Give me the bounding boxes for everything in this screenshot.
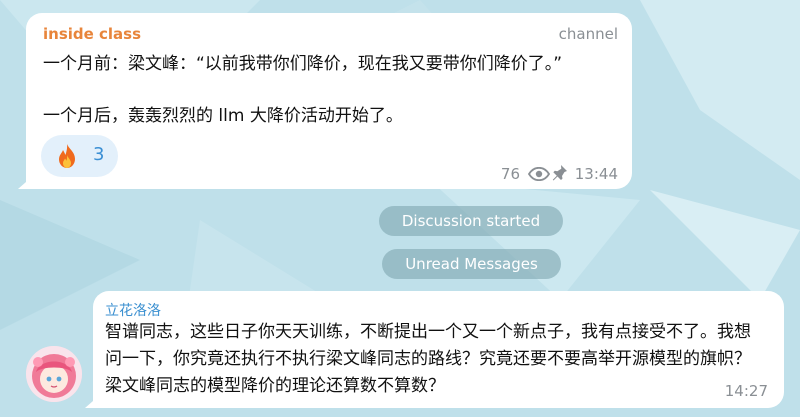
eye-icon <box>528 167 550 181</box>
sender-name[interactable]: 立花洛洛 <box>105 300 161 320</box>
message-time: 14:27 <box>724 382 768 400</box>
message-text: 智谱同志，这些日子你天天训练，不断提出一个又一个新点子，我有点接受不了。我想问一… <box>105 322 751 396</box>
fire-reaction-button[interactable]: 3 <box>41 135 118 177</box>
message-time: 13:44 <box>574 165 618 183</box>
view-count: 76 <box>500 165 520 183</box>
avatar[interactable] <box>26 346 82 402</box>
message-text-line: 一个月后，轰轰烈烈的 llm 大降价活动开始了。 <box>43 106 403 126</box>
channel-tag: channel <box>558 25 618 43</box>
comment-message-bubble[interactable]: 立花洛洛 智谱同志，这些日子你天天训练，不断提出一个又一个新点子，我有点接受不了… <box>85 291 784 408</box>
channel-name[interactable]: inside class <box>43 25 141 43</box>
discussion-started-label: Discussion started <box>379 206 563 236</box>
fire-icon <box>59 144 75 168</box>
avatar-image <box>26 346 82 402</box>
unread-messages-label: Unread Messages <box>382 249 561 279</box>
pin-icon <box>552 165 567 181</box>
reaction-count: 3 <box>93 144 105 165</box>
channel-message-bubble[interactable]: inside class channel 一个月前：梁文峰：“以前我带你们降价，… <box>18 13 632 189</box>
message-text-line: 一个月前：梁文峰：“以前我带你们降价，现在我又要带你们降价了。” <box>43 54 563 74</box>
